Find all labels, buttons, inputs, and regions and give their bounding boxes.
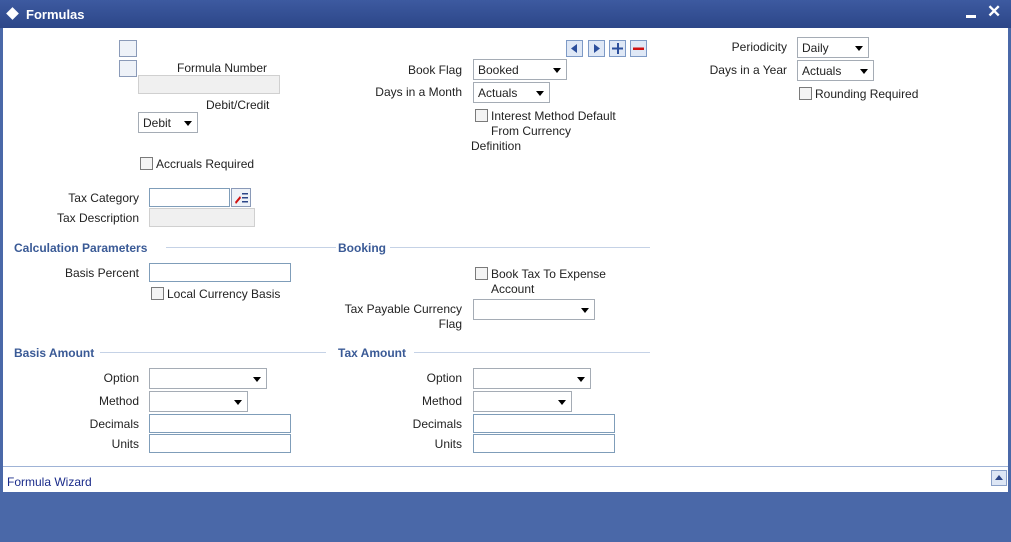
previous-record-icon[interactable] (566, 40, 583, 57)
periodicity-select[interactable]: Daily (797, 37, 869, 58)
book-flag-value: Booked (478, 63, 519, 77)
minimize-icon[interactable] (966, 15, 976, 18)
rounding-required-checkbox[interactable] (799, 87, 812, 100)
chevron-down-icon (536, 91, 544, 96)
chevron-down-icon (253, 377, 261, 382)
basis-option-select[interactable] (149, 368, 267, 389)
tax-payable-currency-label-2: Flag (438, 317, 462, 331)
tax-category-lov-icon[interactable] (231, 188, 251, 207)
basis-method-select[interactable] (149, 391, 248, 412)
basis-decimals-input[interactable] (149, 414, 291, 433)
days-in-year-label: Days in a Year (709, 63, 787, 77)
chevron-down-icon (577, 377, 585, 382)
booking-section: Booking (338, 241, 650, 255)
copy-record-icon[interactable] (119, 60, 137, 77)
basis-decimals-label: Decimals (89, 417, 139, 431)
delete-row-icon[interactable] (630, 40, 647, 57)
chevron-down-icon (860, 69, 868, 74)
collapse-up-icon[interactable] (991, 470, 1007, 486)
days-in-year-select[interactable]: Actuals (797, 60, 874, 81)
chevron-down-icon (184, 121, 192, 126)
formula-number-label: Formula Number (177, 61, 268, 75)
book-tax-expense-label-2: Account (491, 282, 535, 296)
tax-category-input[interactable] (149, 188, 230, 207)
days-in-year-value: Actuals (802, 64, 842, 78)
book-tax-expense-label-1: Book Tax To Expense (491, 267, 606, 281)
book-flag-select[interactable]: Booked (473, 59, 567, 80)
basis-units-label: Units (111, 437, 139, 451)
basis-amount-title: Basis Amount (14, 346, 95, 360)
periodicity-label: Periodicity (731, 40, 787, 54)
tax-units-input[interactable] (473, 434, 615, 453)
window-title: Formulas (26, 7, 85, 22)
tax-method-label: Method (421, 394, 462, 408)
window-titlebar: Formulas ✕ (0, 0, 1011, 28)
close-icon[interactable]: ✕ (987, 3, 1001, 20)
window-diamond-icon (6, 7, 19, 20)
section-divider (100, 352, 326, 353)
booking-title: Booking (338, 241, 386, 255)
add-row-icon[interactable] (609, 40, 626, 57)
days-in-month-select[interactable]: Actuals (473, 82, 550, 103)
debit-credit-value: Debit (143, 116, 172, 130)
days-in-month-value: Actuals (478, 86, 518, 100)
interest-method-label-2: From Currency (491, 124, 572, 138)
local-currency-basis-checkbox[interactable] (151, 287, 164, 300)
section-divider (166, 247, 336, 248)
interest-method-label-3: Definition (471, 139, 522, 153)
tax-decimals-input[interactable] (473, 414, 615, 433)
local-currency-basis-label: Local Currency Basis (167, 287, 281, 301)
chevron-down-icon (581, 308, 589, 313)
section-divider (390, 247, 650, 248)
tax-description-field (149, 208, 255, 227)
basis-option-label: Option (103, 371, 139, 385)
section-divider (414, 352, 650, 353)
tax-amount-title: Tax Amount (338, 346, 406, 360)
tax-decimals-label: Decimals (412, 417, 462, 431)
basis-percent-label: Basis Percent (64, 266, 139, 280)
debit-credit-select[interactable]: Debit (138, 112, 198, 133)
chevron-down-icon (234, 400, 242, 405)
rounding-required-label: Rounding Required (815, 87, 919, 101)
book-flag-label: Book Flag (407, 63, 462, 77)
calculation-parameters-title: Calculation Parameters (14, 241, 148, 255)
tax-method-select[interactable] (473, 391, 572, 412)
interest-method-checkbox[interactable] (475, 109, 488, 122)
chevron-down-icon (553, 68, 561, 73)
accruals-required-label: Accruals Required (156, 157, 255, 171)
periodicity-value: Daily (802, 41, 829, 55)
days-in-month-label: Days in a Month (375, 85, 462, 99)
tax-description-label: Tax Description (56, 211, 139, 225)
next-record-icon[interactable] (588, 40, 605, 57)
tax-option-label: Option (426, 371, 462, 385)
basis-amount-section: Basis Amount (14, 346, 326, 360)
tax-payable-currency-select[interactable] (473, 299, 595, 320)
tax-category-label: Tax Category (68, 191, 139, 205)
basis-method-label: Method (98, 394, 139, 408)
basis-percent-input[interactable] (149, 263, 291, 282)
formula-wizard-link[interactable]: Formula Wizard (7, 475, 92, 489)
tax-units-label: Units (434, 437, 462, 451)
basis-units-input[interactable] (149, 434, 291, 453)
formula-panel: Formula Number Debit/Credit Debit Accrua… (3, 28, 1008, 466)
book-tax-expense-checkbox[interactable] (475, 267, 488, 280)
chevron-down-icon (855, 46, 863, 51)
tax-payable-currency-label-1: Tax Payable Currency (344, 302, 462, 316)
tax-amount-section: Tax Amount (338, 346, 650, 360)
chevron-down-icon (558, 400, 566, 405)
footer-bar: Formula Wizard (3, 466, 1008, 492)
calculation-parameters-section: Calculation Parameters (14, 241, 336, 255)
tax-option-select[interactable] (473, 368, 591, 389)
debit-credit-label: Debit/Credit (206, 98, 270, 112)
formula-number-field (138, 75, 280, 94)
new-record-icon[interactable] (119, 40, 137, 57)
interest-method-label-1: Interest Method Default (491, 109, 616, 123)
accruals-required-checkbox[interactable] (140, 157, 153, 170)
